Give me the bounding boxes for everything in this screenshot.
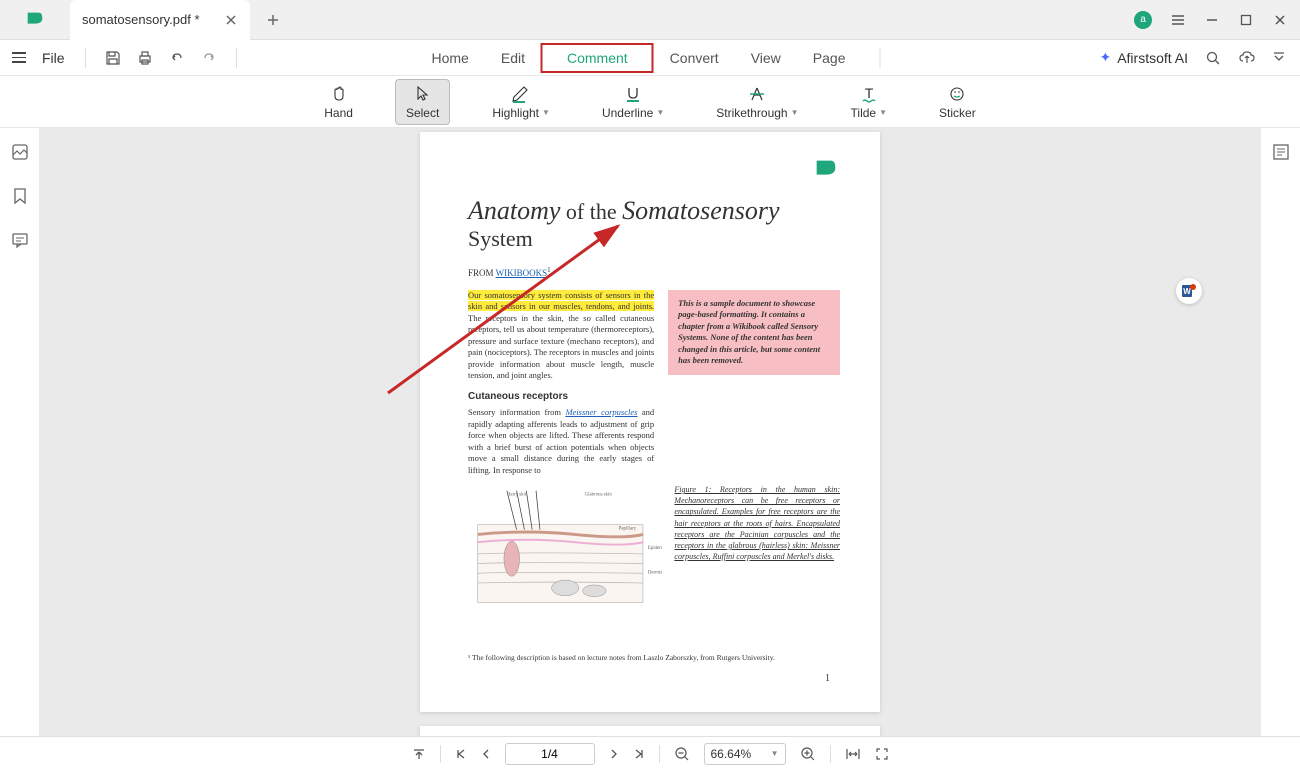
chevron-down-icon: ▼ [879, 108, 887, 117]
bookmark-icon[interactable] [10, 186, 30, 206]
tab-title: somatosensory.pdf * [82, 12, 214, 27]
first-page-button[interactable] [455, 748, 467, 760]
figure-caption: Figure 1: Receptors in the human skin: M… [674, 484, 840, 618]
app-menu-icon[interactable] [1170, 12, 1186, 28]
highlight-icon [511, 84, 531, 104]
from-line: FROM WIKIBOOKS1 [468, 266, 840, 278]
sticker-icon [947, 84, 967, 104]
menu-home[interactable]: Home [416, 44, 485, 72]
ai-label: Afirstsoft AI [1117, 50, 1188, 66]
undo-button[interactable] [168, 49, 186, 67]
cursor-icon [413, 84, 433, 104]
zoom-in-button[interactable] [800, 746, 816, 762]
word-icon: W [1180, 282, 1198, 300]
statusbar: 66.64% ▼ [0, 736, 1300, 770]
svg-text:T: T [865, 85, 874, 101]
ai-button[interactable]: ✦ Afirstsoft AI [1099, 49, 1188, 66]
subheading: Cutaneous receptors [468, 390, 654, 404]
tool-strikethrough[interactable]: Strikethrough▼ [706, 80, 808, 124]
thumbnails-icon[interactable] [10, 142, 30, 162]
hand-icon [329, 84, 349, 104]
hamburger-menu[interactable] [12, 52, 26, 63]
zoom-value: 66.64% [711, 747, 752, 761]
sidebar-left [0, 128, 40, 736]
menu-comment[interactable]: Comment [541, 43, 654, 73]
svg-text:Glabrous skin: Glabrous skin [585, 493, 613, 498]
chevron-down-icon: ▼ [542, 108, 550, 117]
highlighted-text: Our somatosensory system consists of sen… [468, 290, 654, 311]
body-paragraph-1: Our somatosensory system consists of sen… [468, 290, 654, 476]
tool-underline[interactable]: Underline▼ [592, 80, 674, 124]
tool-sticker[interactable]: Sticker [929, 80, 986, 124]
chevron-down-icon: ▼ [656, 108, 664, 117]
svg-text:Epidermis: Epidermis [648, 546, 663, 551]
svg-text:Dermis: Dermis [648, 570, 662, 575]
titlebar: somatosensory.pdf * a [0, 0, 1300, 40]
svg-text:Papillary: Papillary [619, 527, 637, 532]
maximize-button[interactable] [1238, 12, 1254, 28]
wikibooks-link[interactable]: WIKIBOOKS [496, 268, 548, 278]
zoom-out-button[interactable] [674, 746, 690, 762]
main-area: Anatomy of the Somatosensory System FROM… [0, 128, 1300, 736]
sidebar-right [1260, 128, 1300, 736]
menu-edit[interactable]: Edit [485, 44, 541, 72]
main-menu: Home Edit Comment Convert View Page [416, 43, 885, 73]
fit-page-button[interactable] [875, 747, 889, 761]
figure-image: Hairy skin Glabrous skin Papillary Epide… [468, 484, 662, 618]
minimize-button[interactable] [1204, 12, 1220, 28]
file-menu[interactable]: File [40, 46, 67, 70]
collapse-ribbon-button[interactable] [1270, 49, 1288, 67]
convert-to-word-button[interactable]: W [1176, 278, 1202, 304]
last-page-button[interactable] [633, 748, 645, 760]
document-tab[interactable]: somatosensory.pdf * [70, 0, 250, 40]
new-tab-button[interactable] [258, 5, 288, 35]
scroll-top-button[interactable] [412, 747, 426, 761]
menu-convert[interactable]: Convert [654, 44, 735, 72]
titlebar-controls: a [1134, 11, 1300, 29]
chevron-down-icon: ▼ [791, 108, 799, 117]
prev-page-button[interactable] [481, 748, 491, 760]
chevron-down-icon: ▼ [771, 749, 779, 758]
tool-hand[interactable]: Hand [314, 80, 363, 124]
print-button[interactable] [136, 49, 154, 67]
save-button[interactable] [104, 49, 122, 67]
menubar: File Home Edit Comment Convert View Page… [0, 40, 1300, 76]
fit-width-button[interactable] [845, 747, 861, 761]
page-input[interactable] [505, 743, 595, 765]
app-logo [0, 9, 70, 31]
comment-toolbar: Hand Select Highlight▼ Underline▼ Strike… [0, 76, 1300, 128]
redo-button[interactable] [200, 49, 218, 67]
doc-logo-icon [812, 156, 840, 184]
logo-icon [24, 9, 46, 31]
close-window-button[interactable] [1272, 12, 1288, 28]
underline-icon [623, 84, 643, 104]
meissner-link[interactable]: Meissner corpuscles [565, 407, 637, 417]
user-avatar[interactable]: a [1134, 11, 1152, 29]
document-title: Anatomy of the Somatosensory System [468, 196, 840, 252]
next-page-button[interactable] [609, 748, 619, 760]
page-number: 1 [825, 673, 830, 684]
page-1: Anatomy of the Somatosensory System FROM… [420, 132, 880, 712]
svg-text:W: W [1183, 287, 1191, 296]
tool-tilde[interactable]: T Tilde▼ [841, 80, 898, 124]
strikethrough-icon [747, 84, 767, 104]
tool-highlight[interactable]: Highlight▼ [482, 80, 560, 124]
zoom-select[interactable]: 66.64% ▼ [704, 743, 786, 765]
svg-text:Hairy skin: Hairy skin [507, 493, 528, 498]
tool-select[interactable]: Select [395, 79, 450, 125]
cloud-upload-button[interactable] [1238, 49, 1256, 67]
page-2-peek [420, 726, 880, 736]
comments-panel-icon[interactable] [10, 230, 30, 250]
document-canvas[interactable]: Anatomy of the Somatosensory System FROM… [40, 128, 1260, 736]
footnote: ¹ The following description is based on … [468, 653, 840, 662]
sparkle-icon: ✦ [1099, 49, 1111, 66]
menu-view[interactable]: View [735, 44, 797, 72]
tilde-icon: T [859, 84, 879, 104]
plus-icon [266, 13, 280, 27]
close-tab-icon[interactable] [224, 13, 238, 27]
info-box: This is a sample document to showcase pa… [668, 290, 840, 375]
menu-page[interactable]: Page [797, 44, 862, 72]
properties-panel-icon[interactable] [1271, 142, 1291, 162]
search-button[interactable] [1204, 49, 1222, 67]
